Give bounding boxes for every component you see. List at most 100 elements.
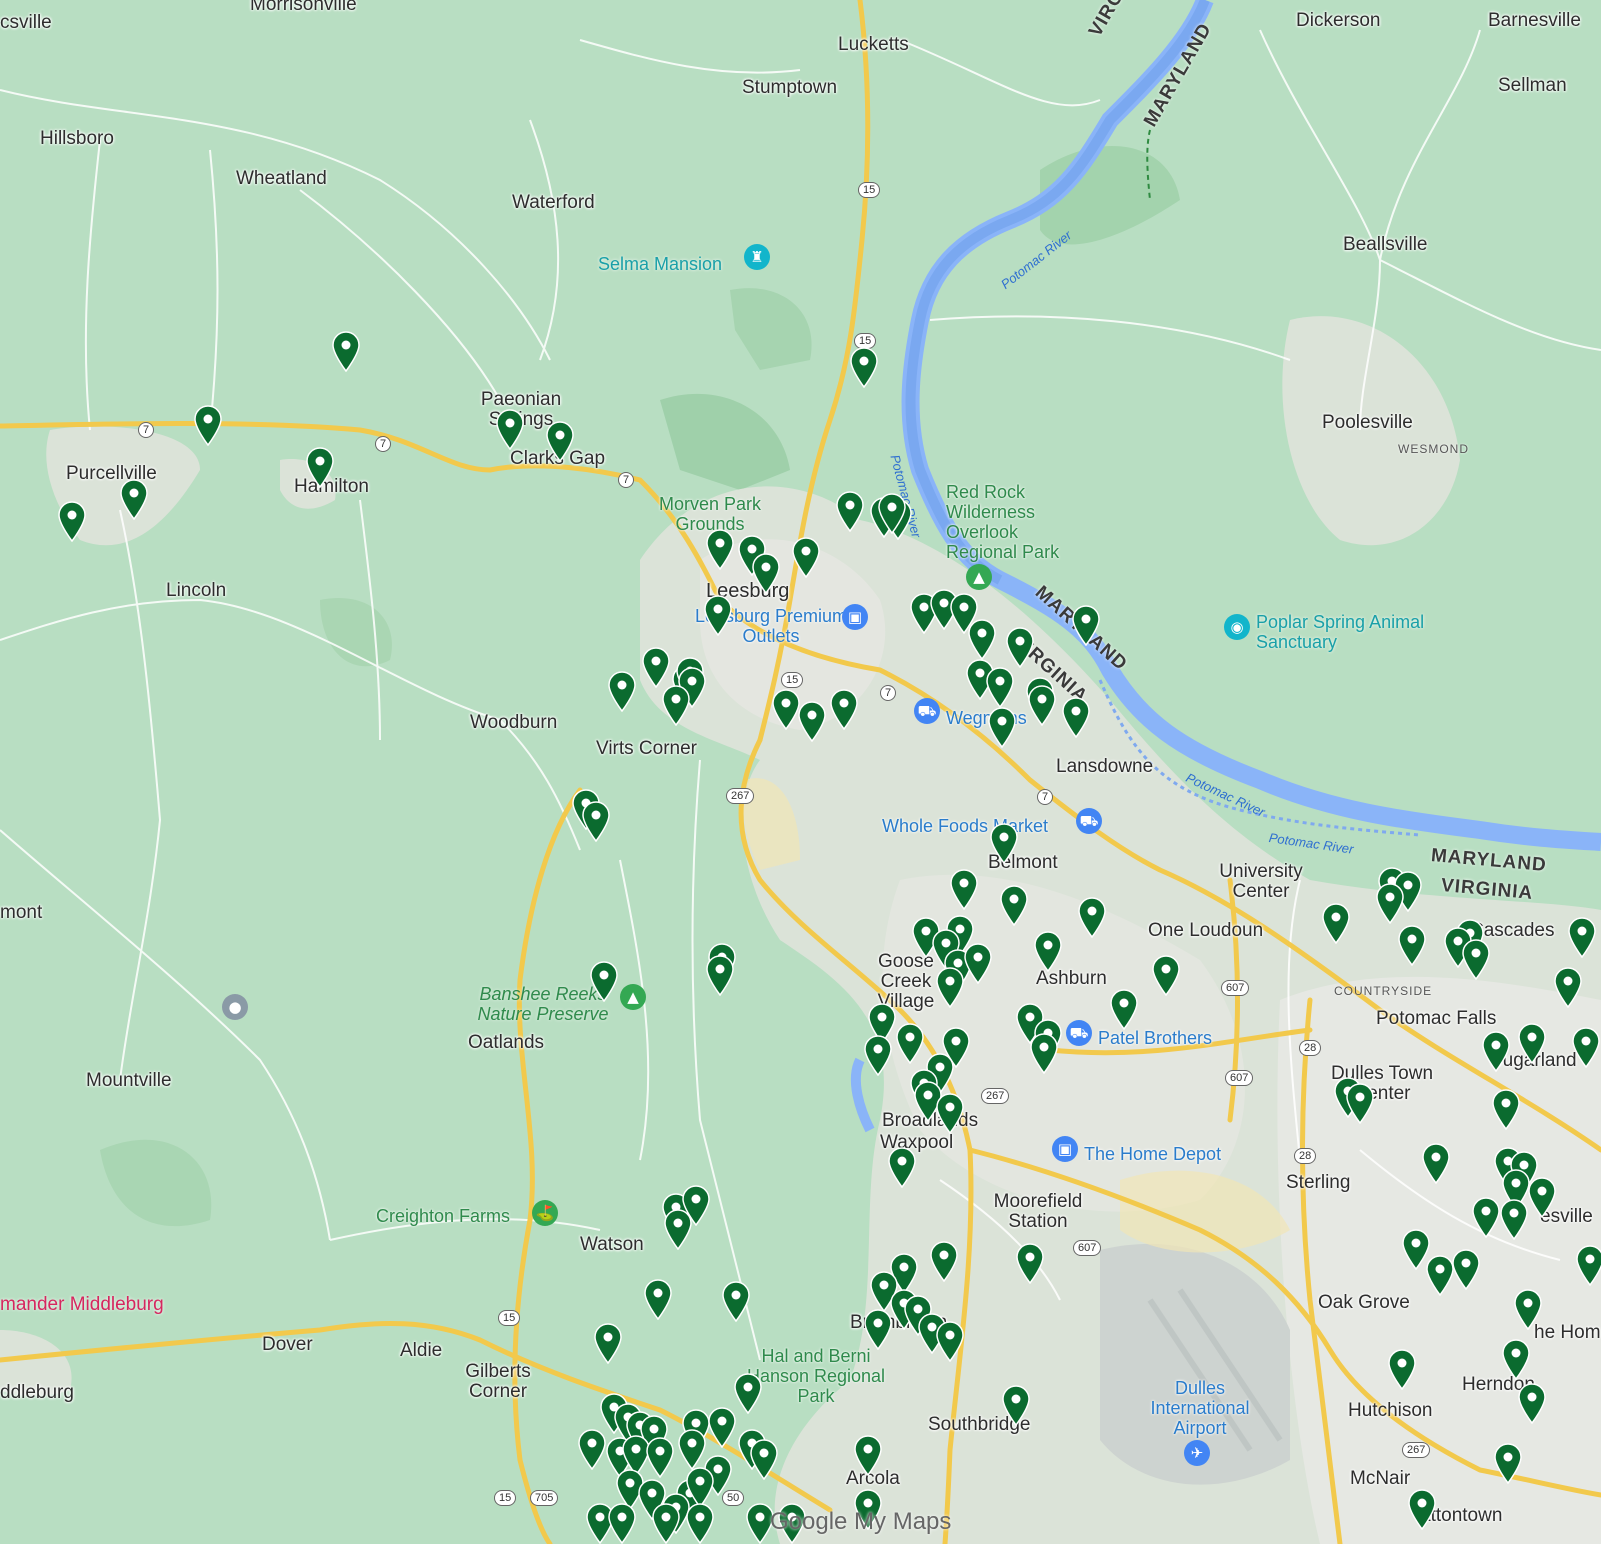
map-marker-pin[interactable] (495, 408, 525, 450)
map-marker-pin[interactable] (987, 706, 1017, 748)
map-marker-pin[interactable] (935, 966, 965, 1008)
park-icon[interactable]: ▲ (966, 564, 992, 590)
map-marker-pin[interactable] (963, 942, 993, 984)
shopping-bag-icon[interactable]: ▣ (842, 604, 868, 630)
map-marker-pin[interactable] (641, 646, 671, 688)
map-marker-pin[interactable] (707, 1406, 737, 1448)
map-marker-pin[interactable] (1033, 930, 1063, 972)
location-pin-icon[interactable]: ● (222, 994, 248, 1020)
map-marker-pin[interactable] (895, 1022, 925, 1064)
map-marker-pin[interactable] (589, 960, 619, 1002)
map-marker-pin[interactable] (791, 536, 821, 578)
map-marker-pin[interactable] (1517, 1382, 1547, 1424)
golf-icon[interactable]: ⛳ (532, 1200, 558, 1226)
map-marker-pin[interactable] (645, 1436, 675, 1478)
map-marker-pin[interactable] (193, 404, 223, 446)
shopping-cart-icon[interactable]: ⛟ (1076, 808, 1102, 834)
map-marker-pin[interactable] (1321, 902, 1351, 944)
poi-label-poplar-spring[interactable]: Poplar Spring Animal Sanctuary (1256, 612, 1426, 652)
map-marker-pin[interactable] (887, 1146, 917, 1188)
map-marker-pin[interactable] (733, 1372, 763, 1414)
map-marker-pin[interactable] (721, 1280, 751, 1322)
map-marker-pin[interactable] (1499, 1198, 1529, 1240)
poi-label-patel-brothers[interactable]: Patel Brothers (1098, 1028, 1212, 1049)
map-marker-pin[interactable] (935, 1320, 965, 1362)
map-marker-pin[interactable] (1345, 1082, 1375, 1124)
shopping-cart-icon[interactable]: ⛟ (914, 698, 940, 724)
map-marker-pin[interactable] (685, 1502, 715, 1544)
map-marker-pin[interactable] (1567, 916, 1597, 958)
map-marker-pin[interactable] (967, 618, 997, 660)
map-marker-pin[interactable] (651, 1502, 681, 1544)
map-marker-pin[interactable] (607, 1502, 637, 1544)
map-marker-pin[interactable] (545, 420, 575, 462)
map-marker-pin[interactable] (1071, 604, 1101, 646)
map-marker-pin[interactable] (1109, 988, 1139, 1030)
map-marker-pin[interactable] (877, 492, 907, 534)
map-canvas[interactable]: 15 15 7 7 7 15 7 267 7 607 267 607 28 28… (0, 0, 1601, 1544)
map-marker-pin[interactable] (1451, 1248, 1481, 1290)
map-marker-pin[interactable] (1061, 696, 1091, 738)
map-marker-pin[interactable] (593, 1322, 623, 1364)
map-marker-pin[interactable] (1077, 896, 1107, 938)
poi-label-creighton-farms[interactable]: Creighton Farms (376, 1206, 510, 1227)
map-marker-pin[interactable] (1517, 1022, 1547, 1064)
map-marker-pin[interactable] (1493, 1442, 1523, 1484)
map-marker-pin[interactable] (863, 1308, 893, 1350)
map-marker-pin[interactable] (999, 884, 1029, 926)
map-marker-pin[interactable] (1481, 1030, 1511, 1072)
map-marker-pin[interactable] (581, 800, 611, 842)
map-marker-pin[interactable] (705, 528, 735, 570)
poi-label-salamander[interactable]: mander Middleburg (0, 1294, 164, 1316)
map-marker-pin[interactable] (1491, 1088, 1521, 1130)
map-marker-pin[interactable] (935, 1092, 965, 1134)
map-marker-pin[interactable] (1005, 626, 1035, 668)
poi-label-red-rock[interactable]: Red Rock Wilderness Overlook Regional Pa… (946, 482, 1086, 562)
poi-label-whole-foods[interactable]: Whole Foods Market (882, 816, 1048, 837)
map-marker-pin[interactable] (663, 1208, 693, 1250)
map-marker-pin[interactable] (1001, 1384, 1031, 1426)
map-marker-pin[interactable] (577, 1428, 607, 1470)
poi-label-selma-mansion[interactable]: Selma Mansion (598, 254, 722, 275)
park-icon[interactable]: ▲ (620, 984, 646, 1010)
map-marker-pin[interactable] (929, 1240, 959, 1282)
map-marker-pin[interactable] (863, 1034, 893, 1076)
map-marker-pin[interactable] (1407, 1488, 1437, 1530)
map-marker-pin[interactable] (1027, 684, 1057, 726)
map-marker-pin[interactable] (1015, 1242, 1045, 1284)
map-marker-pin[interactable] (305, 446, 335, 488)
map-marker-pin[interactable] (1397, 924, 1427, 966)
map-marker-pin[interactable] (853, 1434, 883, 1476)
poi-label-dulles-airport[interactable]: Dulles International Airport (1140, 1378, 1260, 1438)
map-marker-pin[interactable] (1553, 966, 1583, 1008)
map-marker-pin[interactable] (1571, 1026, 1601, 1068)
map-marker-pin[interactable] (1501, 1338, 1531, 1380)
castle-icon[interactable]: ♜ (744, 244, 770, 270)
map-marker-pin[interactable] (1471, 1196, 1501, 1238)
shopping-bag-icon[interactable]: ▣ (1052, 1136, 1078, 1162)
map-marker-pin[interactable] (985, 666, 1015, 708)
map-marker-pin[interactable] (1375, 882, 1405, 924)
map-marker-pin[interactable] (749, 1438, 779, 1480)
map-marker-pin[interactable] (119, 478, 149, 520)
map-marker-pin[interactable] (849, 346, 879, 388)
map-marker-pin[interactable] (1575, 1244, 1601, 1286)
map-marker-pin[interactable] (949, 868, 979, 910)
camera-icon[interactable]: ◉ (1224, 614, 1250, 640)
map-marker-pin[interactable] (751, 552, 781, 594)
map-marker-pin[interactable] (1513, 1288, 1543, 1330)
map-marker-pin[interactable] (643, 1278, 673, 1320)
map-marker-pin[interactable] (829, 688, 859, 730)
map-marker-pin[interactable] (607, 670, 637, 712)
map-marker-pin[interactable] (661, 684, 691, 726)
map-marker-pin[interactable] (705, 954, 735, 996)
poi-label-home-depot[interactable]: The Home Depot (1084, 1144, 1221, 1165)
map-marker-pin[interactable] (331, 330, 361, 372)
map-marker-pin[interactable] (703, 594, 733, 636)
map-marker-pin[interactable] (989, 822, 1019, 864)
airplane-icon[interactable]: ✈ (1184, 1440, 1210, 1466)
map-marker-pin[interactable] (1387, 1348, 1417, 1390)
map-marker-pin[interactable] (1029, 1032, 1059, 1074)
map-marker-pin[interactable] (835, 490, 865, 532)
map-marker-pin[interactable] (1151, 954, 1181, 996)
